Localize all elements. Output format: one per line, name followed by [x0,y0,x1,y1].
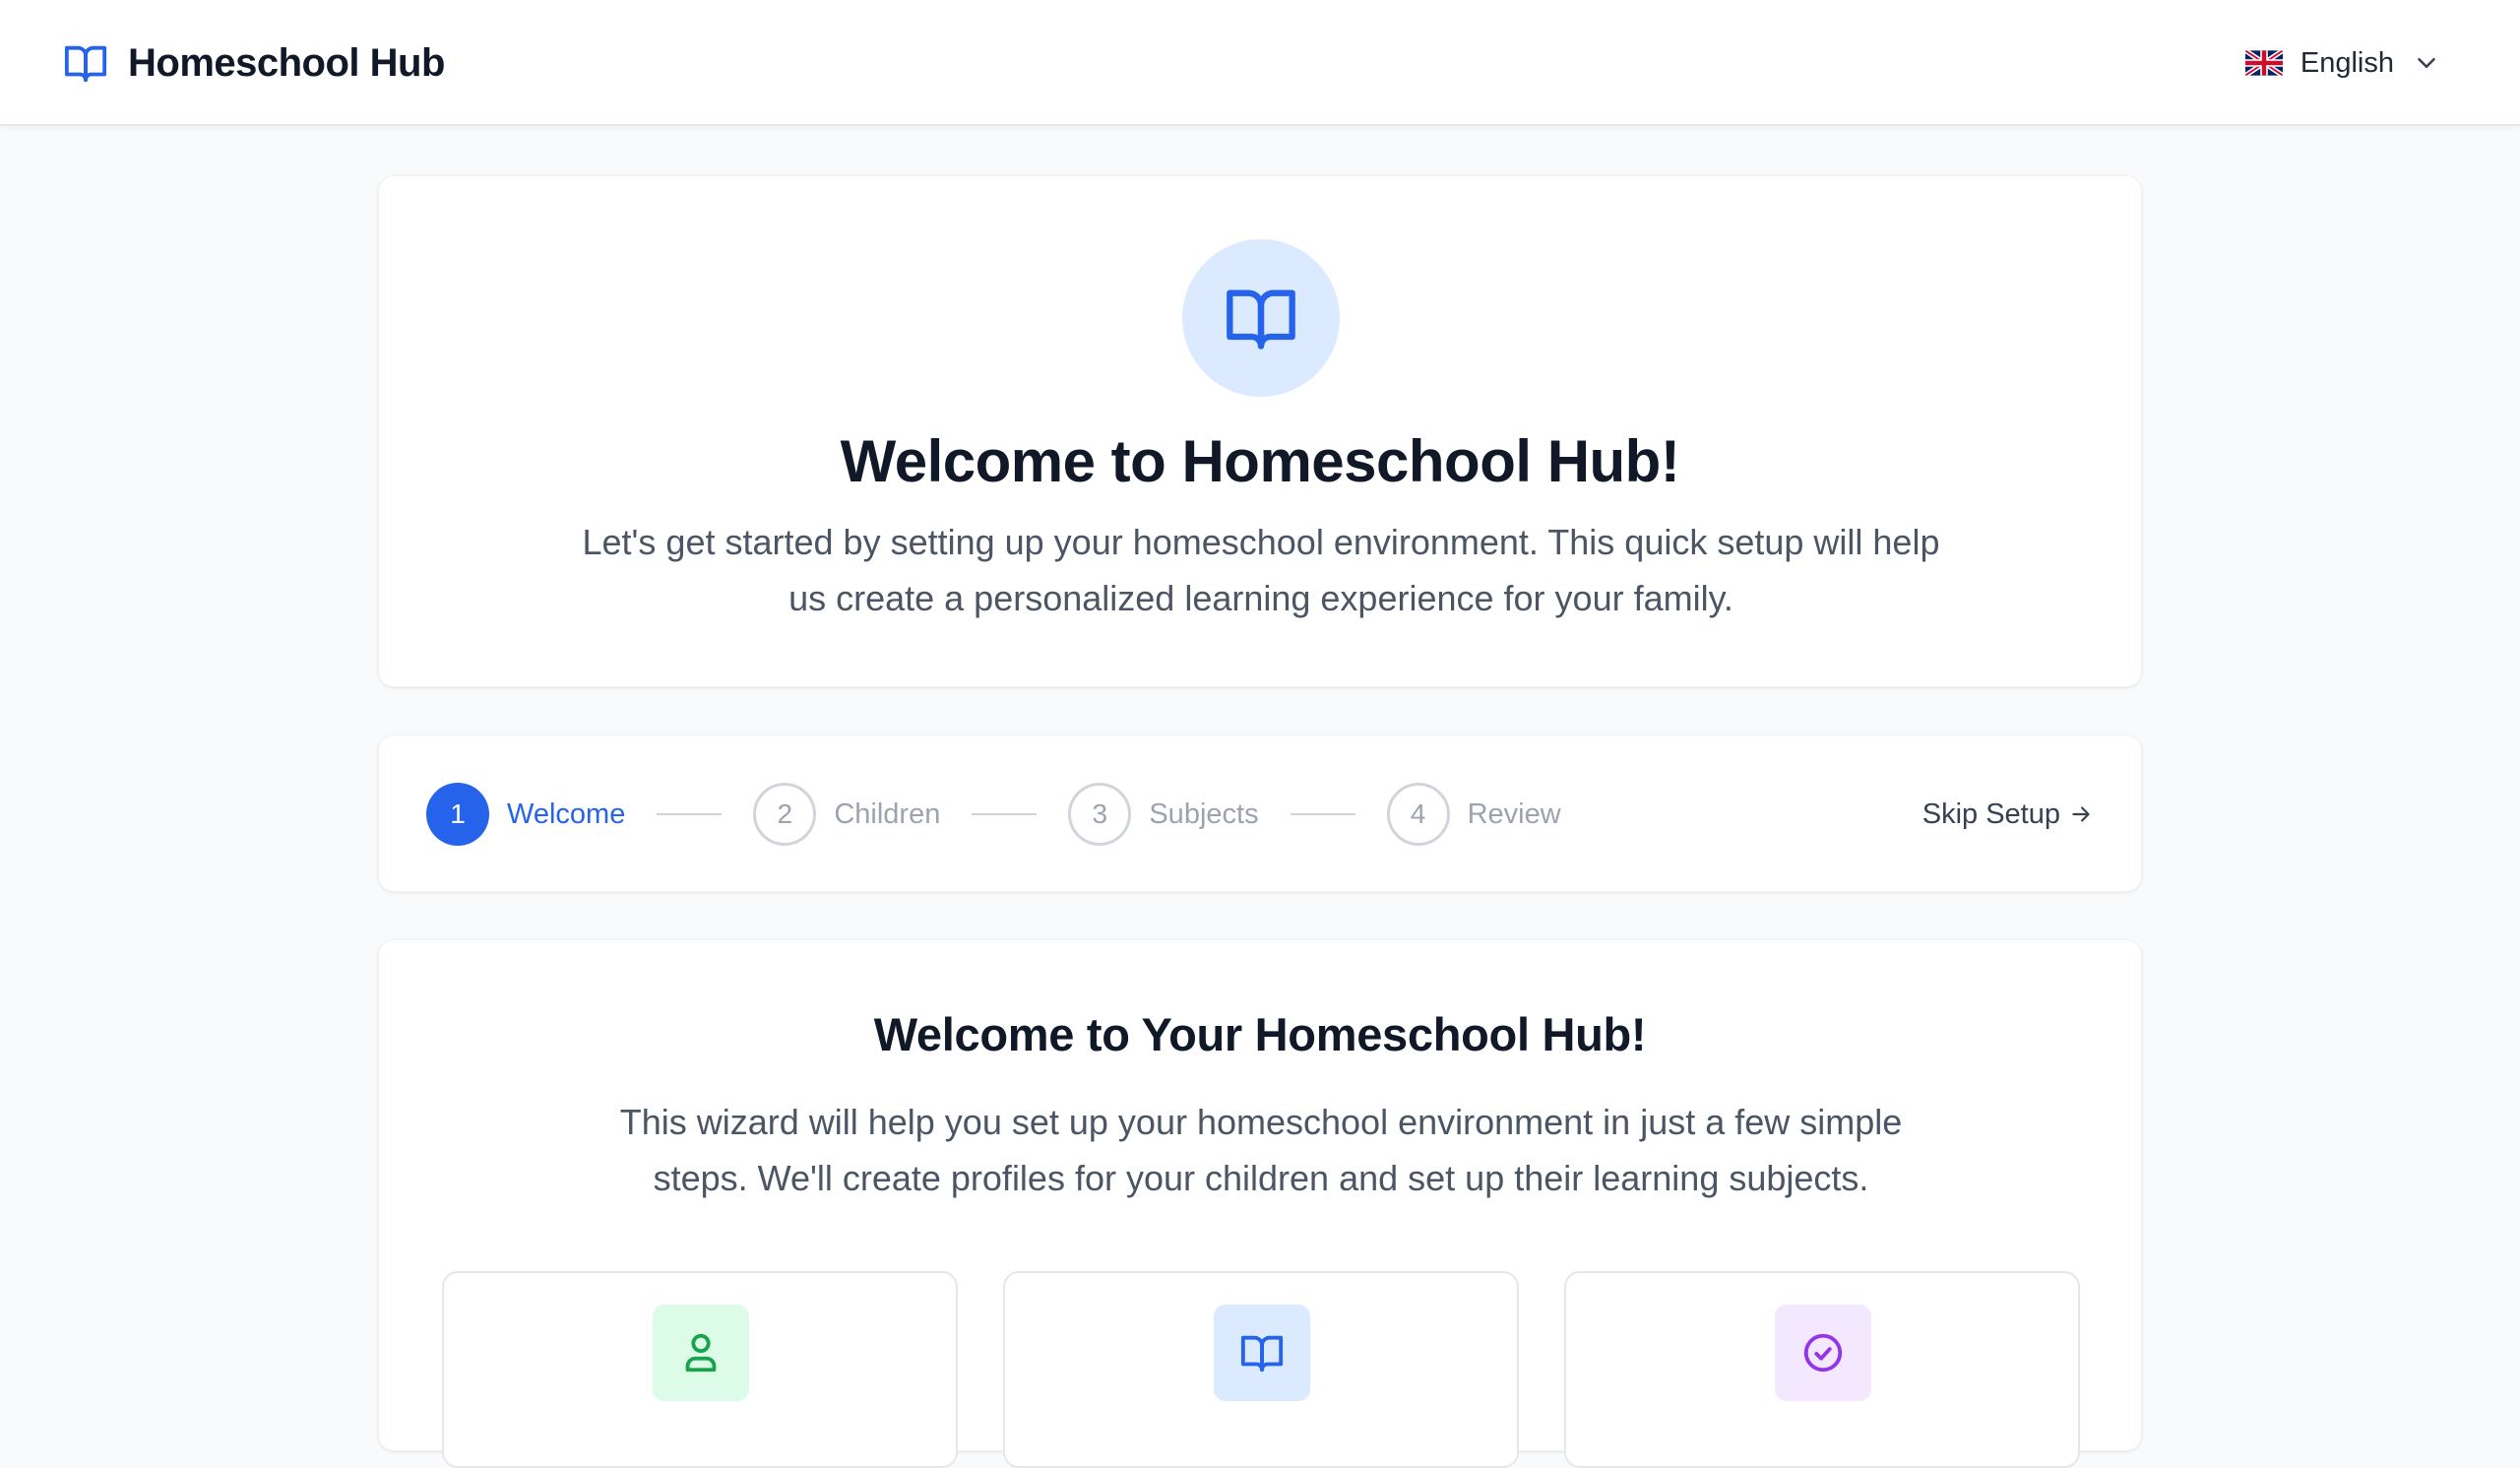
user-icon [685,1333,717,1372]
top-navbar: Homeschool Hub English [0,0,2520,126]
step-subjects[interactable]: 3 Subjects [1068,783,1259,846]
chevron-down-icon [2418,58,2435,68]
hero-title: Welcome to Homeschool Hub! [840,428,1680,494]
skip-setup-button[interactable]: Skip Setup [1922,735,2094,893]
brand[interactable]: Homeschool Hub [63,0,445,126]
feature-icon-badge [1775,1305,1871,1401]
step-review[interactable]: 4 Review [1386,783,1561,846]
step-children[interactable]: 2 Children [753,783,940,846]
step-title: Welcome to Your Homeschool Hub! [873,1008,1647,1060]
welcome-hero-card: Welcome to Homeschool Hub! Let's get sta… [378,175,2142,687]
step-number: 3 [1068,783,1132,846]
feature-icon-badge [653,1305,749,1401]
check-circle-icon [1803,1333,1843,1372]
book-open-icon [1227,289,1295,350]
step-welcome[interactable]: 1 Welcome [426,783,625,846]
uk-flag-icon [2244,50,2283,76]
feature-card-review [1564,1271,2080,1468]
step-number: 4 [1386,783,1450,846]
language-selector[interactable]: English [2244,0,2441,126]
app-title: Homeschool Hub [128,40,445,85]
step-connector [657,813,723,815]
skip-setup-label: Skip Setup [1922,798,2060,830]
step-label: Welcome [507,798,626,830]
book-open-icon [64,45,107,83]
step-label: Subjects [1149,798,1259,830]
step-number: 1 [426,783,489,846]
step-description: This wizard will help you set up your ho… [619,1102,1903,1198]
hero-subtitle: Let's get started by setting up your hom… [582,522,1940,618]
feature-card-subjects [1003,1271,1519,1468]
step-label: Children [834,798,941,830]
hero-icon-badge [1182,239,1340,397]
welcome-step-card: Welcome to Your Homeschool Hub! This wiz… [378,939,2142,1468]
feature-icon-badge [1214,1305,1310,1401]
arrow-right-icon [2072,806,2090,822]
step-connector [1290,813,1355,815]
language-label: English [2300,46,2394,79]
feature-card-children [442,1271,958,1468]
book-open-icon [1240,1335,1284,1372]
step-list: 1 Welcome 2 Children 3 Subjects 4 Review [426,735,1561,893]
setup-stepper: 1 Welcome 2 Children 3 Subjects 4 Review… [378,734,2142,892]
step-number: 2 [753,783,817,846]
step-label: Review [1467,798,1561,830]
step-connector [972,813,1038,815]
